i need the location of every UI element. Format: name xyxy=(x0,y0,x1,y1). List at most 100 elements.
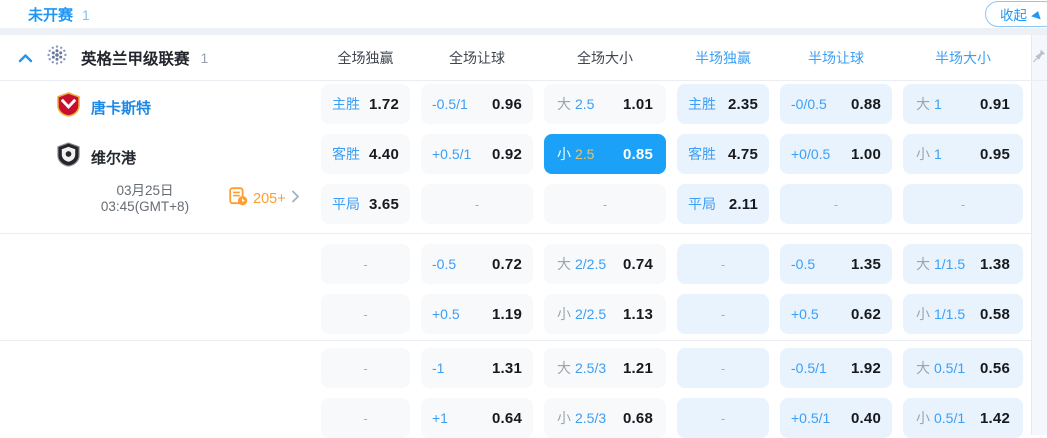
selection-label: 平局 xyxy=(688,196,716,212)
ou-prefix: 大 xyxy=(916,360,930,376)
home-team[interactable]: 唐卡斯特 xyxy=(57,92,152,121)
odds-rows-area: 唐卡斯特 维尔港 03月25日 03:45(GMT+8) 205+ 主胜 1.7… xyxy=(0,81,1047,438)
more-markets-link[interactable]: 205+ xyxy=(229,187,300,211)
odds-cell[interactable]: 客胜 4.75 xyxy=(677,134,769,174)
handicap-line: +0.5/1 xyxy=(432,146,472,162)
selection-label: 主胜 xyxy=(688,96,716,112)
selection-label: 主胜 xyxy=(332,96,360,112)
odds-cell[interactable]: 小 2/2.5 1.13 xyxy=(544,294,666,334)
home-team-name: 唐卡斯特 xyxy=(91,99,152,117)
odds-cell-empty: - xyxy=(321,294,410,334)
odds-cell-empty: - xyxy=(321,244,410,284)
odds-value: 0.96 xyxy=(492,95,522,113)
status-filter[interactable]: 未开赛 1 xyxy=(28,4,90,25)
right-edge-strip xyxy=(1031,35,1047,435)
odds-cell[interactable]: 客胜 4.40 xyxy=(321,134,410,174)
odds-value: 1.01 xyxy=(623,95,653,113)
ou-prefix: 大 xyxy=(916,256,930,272)
ou-prefix: 大 xyxy=(557,360,571,376)
odds-cell[interactable]: 小 2.5/3 0.68 xyxy=(544,398,666,438)
ou-line: 0.5/1 xyxy=(934,360,966,376)
odds-cell[interactable]: 主胜 2.35 xyxy=(677,84,769,124)
odds-cell[interactable]: 大 2/2.5 0.74 xyxy=(544,244,666,284)
odds-cell[interactable]: +0.5 0.62 xyxy=(780,294,892,334)
ou-line: 1/1.5 xyxy=(934,306,966,322)
league-panel: 英格兰甲级联赛 1 全场独赢 全场让球 全场大小 半场独赢 半场让球 半场大小 xyxy=(0,35,1047,438)
chevron-up-icon[interactable] xyxy=(18,53,33,63)
column-header-ht-handicap[interactable]: 半场让球 xyxy=(780,48,892,68)
league-name: 英格兰甲级联赛 xyxy=(81,50,190,68)
odds-cell[interactable]: 小 0.5/1 1.42 xyxy=(903,398,1023,438)
odds-cell[interactable]: -0.5/1 0.96 xyxy=(421,84,533,124)
ou-line: 2.5 xyxy=(575,146,595,162)
handicap-line: -1 xyxy=(432,360,445,376)
odds-cell-selected[interactable]: 小 2.5 0.85 xyxy=(544,134,666,174)
markets-count: 205+ xyxy=(253,191,286,207)
handicap-line: -0.5/1 xyxy=(791,360,827,376)
odds-value: 0.62 xyxy=(851,305,881,323)
odds-value: 4.75 xyxy=(728,145,758,163)
ou-line: 1 xyxy=(934,146,942,162)
odds-cell[interactable]: 大 0.5/1 0.56 xyxy=(903,348,1023,388)
odds-cell[interactable]: +0/0.5 1.00 xyxy=(780,134,892,174)
odds-cell[interactable]: -0.5 1.35 xyxy=(780,244,892,284)
odds-cell-empty: - xyxy=(903,184,1023,224)
odds-cell-empty: - xyxy=(677,398,769,438)
odds-cell[interactable]: -0.5 0.72 xyxy=(421,244,533,284)
collapse-all-button[interactable]: 收起 xyxy=(985,1,1047,27)
column-header-ht-1x2[interactable]: 半场独赢 xyxy=(677,48,769,68)
status-count: 1 xyxy=(82,7,90,23)
league-header-row: 英格兰甲级联赛 1 全场独赢 全场让球 全场大小 半场独赢 半场让球 半场大小 xyxy=(0,35,1047,81)
odds-cell[interactable]: 小 1 0.95 xyxy=(903,134,1023,174)
status-label: 未开赛 xyxy=(28,7,74,24)
odds-cell[interactable]: +0.5/1 0.40 xyxy=(780,398,892,438)
odds-cell[interactable]: +0.5/1 0.92 xyxy=(421,134,533,174)
league-header-left: 英格兰甲级联赛 1 xyxy=(0,44,310,71)
odds-value: 0.74 xyxy=(623,255,653,273)
ou-line: 1 xyxy=(934,96,942,112)
odds-cell[interactable]: 大 1/1.5 1.38 xyxy=(903,244,1023,284)
away-team[interactable]: 维尔港 xyxy=(57,142,136,171)
odds-cell[interactable]: 大 2.5/3 1.21 xyxy=(544,348,666,388)
ou-prefix: 小 xyxy=(916,410,930,426)
odds-value: 1.42 xyxy=(980,409,1010,427)
odds-value: 1.31 xyxy=(492,359,522,377)
odds-cell-empty: - xyxy=(421,184,533,224)
ou-prefix: 小 xyxy=(557,146,571,162)
odds-value: 1.00 xyxy=(851,145,881,163)
odds-value: 0.40 xyxy=(851,409,881,427)
odds-group-main: 唐卡斯特 维尔港 03月25日 03:45(GMT+8) 205+ 主胜 1.7… xyxy=(0,84,1047,224)
odds-value: 0.56 xyxy=(980,359,1010,377)
column-header-ft-1x2[interactable]: 全场独赢 xyxy=(321,48,410,68)
handicap-line: +1 xyxy=(432,410,448,426)
group-divider xyxy=(0,233,1047,234)
handicap-line: -0.5/1 xyxy=(432,96,468,112)
odds-cell[interactable]: 小 1/1.5 0.58 xyxy=(903,294,1023,334)
odds-cell[interactable]: -0.5/1 1.92 xyxy=(780,348,892,388)
odds-cell[interactable]: 平局 2.11 xyxy=(677,184,769,224)
odds-cell[interactable]: 大 2.5 1.01 xyxy=(544,84,666,124)
handicap-line: -0.5 xyxy=(432,256,457,272)
selection-label: 平局 xyxy=(332,196,360,212)
ou-line: 1/1.5 xyxy=(934,256,966,272)
odds-cell[interactable]: +1 0.64 xyxy=(421,398,533,438)
odds-cell[interactable]: 主胜 1.72 xyxy=(321,84,410,124)
handicap-line: -0.5 xyxy=(791,256,816,272)
odds-cell[interactable]: 大 1 0.91 xyxy=(903,84,1023,124)
odds-cell[interactable]: 平局 3.65 xyxy=(321,184,410,224)
odds-cell[interactable]: +0.5 1.19 xyxy=(421,294,533,334)
odds-value: 0.91 xyxy=(980,95,1010,113)
odds-value: 1.13 xyxy=(623,305,653,323)
pin-icon[interactable] xyxy=(1030,48,1046,70)
markets-list-icon xyxy=(229,187,248,211)
odds-cell[interactable]: -0/0.5 0.88 xyxy=(780,84,892,124)
column-header-ht-overunder[interactable]: 半场大小 xyxy=(903,48,1023,68)
handicap-line: +0/0.5 xyxy=(791,146,831,162)
match-time: 03月25日 03:45(GMT+8) xyxy=(78,183,212,215)
selection-label: 客胜 xyxy=(332,146,360,162)
league-icon xyxy=(46,44,68,71)
odds-cell[interactable]: -1 1.31 xyxy=(421,348,533,388)
column-header-ft-handicap[interactable]: 全场让球 xyxy=(421,48,533,68)
column-header-ft-overunder[interactable]: 全场大小 xyxy=(544,48,666,68)
odds-value: 0.68 xyxy=(623,409,653,427)
